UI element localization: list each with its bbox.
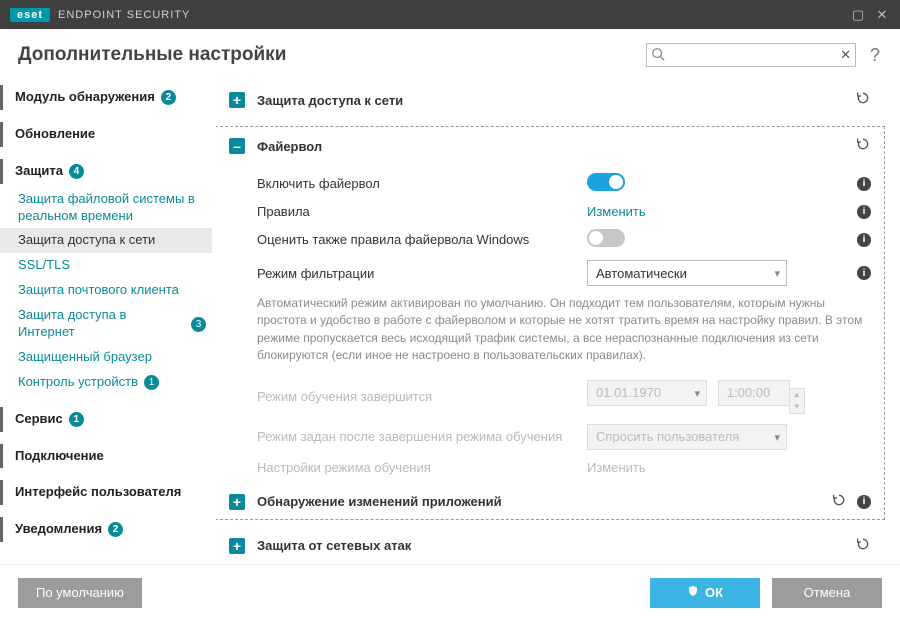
sidebar-major-item[interactable]: Уведомления2 (0, 517, 212, 542)
badge: 2 (161, 90, 176, 105)
label: Включить файервол (257, 176, 587, 191)
label: Правила (257, 204, 587, 219)
panel-firewall-header[interactable]: Файервол (217, 128, 883, 164)
chevron-down-icon: ▾ (774, 431, 780, 444)
footer: По умолчанию ОК Отмена (0, 564, 900, 620)
time-spinner: ▲▼ (789, 388, 805, 414)
label: Режим фильтрации (257, 266, 587, 281)
spinner-up-icon: ▲ (790, 389, 804, 401)
shield-icon (687, 585, 699, 600)
defaults-button[interactable]: По умолчанию (18, 578, 142, 608)
row-filter-mode: Режим фильтрации Автоматически ▾ i (257, 255, 871, 291)
chevron-down-icon: ▾ (774, 267, 780, 280)
sidebar-minor-item[interactable]: Защищенный браузер (0, 345, 212, 370)
row-rules: Правила Изменить i (257, 199, 871, 224)
panel-title: Защита от сетевых атак (257, 538, 847, 553)
page-title: Дополнительные настройки (18, 44, 646, 66)
panel-network-attack-header[interactable]: + Защита от сетевых атак (217, 528, 883, 564)
info-icon[interactable]: i (857, 177, 871, 191)
subpanel-title: Обнаружение изменений приложений (257, 494, 823, 509)
undo-icon[interactable] (855, 536, 871, 556)
label: Настройки режима обучения (257, 460, 587, 475)
search-clear-icon[interactable]: ✕ (840, 47, 851, 63)
sidebar-minor-item[interactable]: Контроль устройств1 (0, 370, 212, 395)
undo-icon[interactable] (855, 136, 871, 156)
select-value: Спросить пользователя (596, 429, 739, 444)
badge: 1 (144, 375, 159, 390)
search-input[interactable] (646, 43, 856, 67)
help-icon[interactable]: ? (866, 45, 884, 66)
ok-label: ОК (705, 585, 723, 600)
info-icon[interactable]: i (857, 233, 871, 247)
row-after-learning: Режим задан после завершения режима обуч… (257, 419, 871, 455)
badge: 1 (69, 412, 84, 427)
collapse-icon (229, 138, 245, 154)
spinner-down-icon: ▼ (790, 401, 804, 413)
expand-icon: + (229, 494, 245, 510)
sidebar-major-item[interactable]: Обновление (0, 122, 212, 147)
panel-network-access: + Защита доступа к сети (216, 81, 884, 119)
after-learning-select: Спросить пользователя ▾ (587, 424, 787, 450)
badge: 2 (108, 522, 123, 537)
label: Оценить также правила файервола Windows (257, 232, 587, 247)
row-enable-firewall: Включить файервол i (257, 168, 871, 199)
sidebar-minor-item[interactable]: Защита почтового клиента (0, 278, 212, 303)
sidebar-minor-item[interactable]: Защита доступа к сети (0, 228, 212, 253)
search-box: ✕ (646, 43, 856, 67)
select-value: Автоматически (596, 266, 687, 281)
expand-icon: + (229, 92, 245, 108)
row-eval-windows-rules: Оценить также правила файервола Windows … (257, 224, 871, 255)
row-learning-settings: Настройки режима обучения Изменить (257, 455, 871, 480)
content-area: + Защита доступа к сети Файервол Включит… (216, 75, 900, 564)
enable-firewall-toggle[interactable] (587, 173, 625, 191)
panel-title: Защита доступа к сети (257, 93, 847, 108)
eval-windows-toggle[interactable] (587, 229, 625, 247)
chevron-down-icon: ▾ (694, 387, 700, 400)
panel-network-access-header[interactable]: + Защита доступа к сети (217, 82, 883, 118)
sidebar-major-item[interactable]: Модуль обнаружения2 (0, 85, 212, 110)
panel-firewall-body: Включить файервол i Правила Изменить i О… (217, 164, 883, 486)
product-name: ENDPOINT SECURITY (58, 9, 190, 21)
date-value: 01.01.1970 (596, 385, 661, 400)
time-value: 1:00:00 (727, 385, 770, 400)
row-learning-end: Режим обучения завершится 01.01.1970 ▾ 1… (257, 375, 871, 419)
label: Режим обучения завершится (257, 389, 587, 404)
page-header: Дополнительные настройки ✕ ? (0, 29, 900, 75)
sidebar-minor-item[interactable]: SSL/TLS (0, 253, 212, 278)
cancel-button[interactable]: Отмена (772, 578, 882, 608)
sidebar-minor-item[interactable]: Защита доступа в Интернет3 (0, 303, 212, 345)
learning-end-time: 1:00:00 (718, 380, 790, 406)
window-close-icon[interactable]: ✕ (870, 7, 894, 23)
panel-network-attack: + Защита от сетевых атак (216, 527, 884, 564)
sidebar-minor-item[interactable]: Защита файловой системы в реальном време… (0, 187, 212, 229)
info-icon[interactable]: i (857, 266, 871, 280)
ok-button[interactable]: ОК (650, 578, 760, 608)
label: Режим задан после завершения режима обуч… (257, 429, 587, 444)
learning-end-date: 01.01.1970 ▾ (587, 380, 707, 406)
search-icon (651, 47, 665, 64)
filter-mode-select[interactable]: Автоматически ▾ (587, 260, 787, 286)
expand-icon: + (229, 538, 245, 554)
panel-title: Файервол (257, 139, 847, 154)
panel-firewall: Файервол Включить файервол i Правила Изм… (216, 127, 884, 519)
sidebar-major-item[interactable]: Защита4 (0, 159, 212, 184)
badge: 3 (191, 317, 206, 332)
badge: 4 (69, 164, 84, 179)
info-icon[interactable]: i (857, 205, 871, 219)
sidebar: Модуль обнаружения2 Обновление Защита4 Защи… (0, 75, 216, 564)
sidebar-major-item[interactable]: Интерфейс пользователя (0, 480, 212, 505)
subpanel-app-change-detection[interactable]: + Обнаружение изменений приложений i (217, 486, 883, 518)
sidebar-major-item[interactable]: Подключение (0, 444, 212, 469)
sidebar-major-item[interactable]: Сервис1 (0, 407, 212, 432)
info-icon[interactable]: i (857, 495, 871, 509)
window-maximize-icon[interactable]: ▢ (846, 7, 870, 23)
undo-icon[interactable] (831, 492, 847, 512)
title-bar: eset ENDPOINT SECURITY ▢ ✕ (0, 0, 900, 29)
brand-logo: eset (10, 8, 50, 22)
learning-settings-link: Изменить (587, 460, 646, 475)
undo-icon[interactable] (855, 90, 871, 110)
filter-mode-description: Автоматический режим активирован по умол… (257, 291, 871, 375)
rules-edit-link[interactable]: Изменить (587, 204, 646, 219)
